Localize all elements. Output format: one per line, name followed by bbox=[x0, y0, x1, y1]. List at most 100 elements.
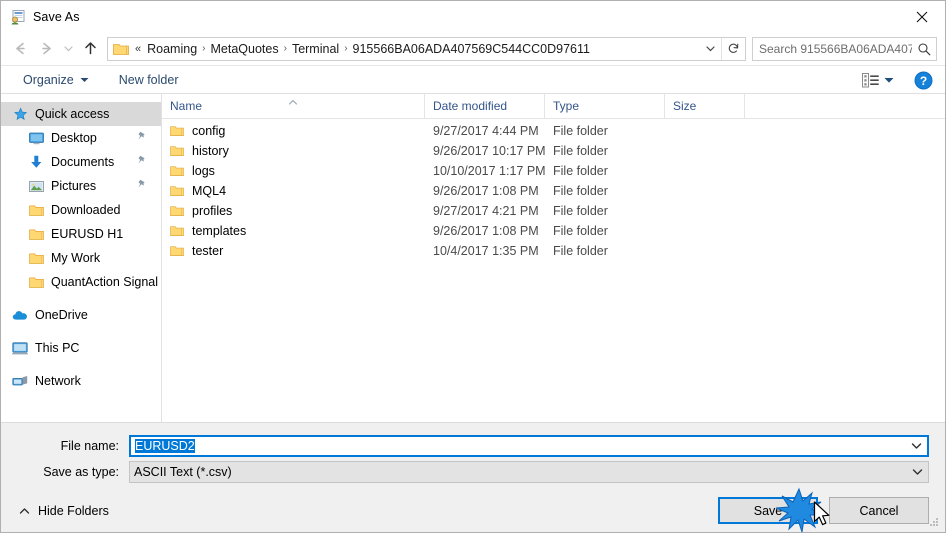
table-row[interactable]: tester 10/4/2017 1:35 PM File folder bbox=[162, 241, 945, 261]
pin-icon[interactable] bbox=[137, 155, 147, 169]
sidebar-item-quantaction-signal[interactable]: QuantAction Signal bbox=[1, 270, 161, 294]
window-title: Save As bbox=[33, 9, 80, 24]
column-header-size[interactable]: Size bbox=[665, 94, 745, 118]
recent-locations-button[interactable] bbox=[59, 36, 77, 62]
sidebar-item-this-pc[interactable]: This PC bbox=[1, 336, 161, 360]
cancel-button[interactable]: Cancel bbox=[829, 497, 929, 524]
refresh-button[interactable] bbox=[721, 37, 745, 60]
file-name-cell: profiles bbox=[162, 204, 425, 218]
help-button[interactable]: ? bbox=[914, 71, 933, 90]
save-as-type-dropdown-button[interactable] bbox=[906, 462, 928, 482]
address-dropdown-button[interactable] bbox=[699, 38, 721, 60]
breadcrumb-item-0[interactable]: Roaming bbox=[144, 40, 200, 58]
sidebar-item-quick-access[interactable]: Quick access bbox=[1, 102, 161, 126]
sidebar-item-label: OneDrive bbox=[35, 308, 88, 322]
chevron-down-icon bbox=[912, 469, 922, 475]
table-row[interactable]: config 9/27/2017 4:44 PM File folder bbox=[162, 121, 945, 141]
dialog-footer: Hide Folders Save Cancel bbox=[1, 489, 945, 532]
pin-icon[interactable] bbox=[137, 131, 147, 145]
navigation-sidebar: Quick access Desktop Documents Pictures … bbox=[1, 94, 161, 422]
table-row[interactable]: history 9/26/2017 10:17 PM File folder bbox=[162, 141, 945, 161]
search-box[interactable]: Search 915566BA06ADA40756... bbox=[752, 36, 937, 61]
change-view-button[interactable] bbox=[858, 71, 898, 90]
save-as-type-label: Save as type: bbox=[43, 465, 119, 479]
save-as-type-select[interactable]: ASCII Text (*.csv) bbox=[129, 461, 929, 483]
arrow-left-icon bbox=[15, 42, 25, 55]
chevron-up-icon bbox=[19, 507, 30, 514]
file-type-cell: File folder bbox=[553, 184, 608, 198]
sidebar-item-label: Downloaded bbox=[51, 203, 121, 217]
folder-icon bbox=[27, 202, 45, 218]
back-button[interactable] bbox=[7, 36, 33, 62]
file-name-dropdown-button[interactable] bbox=[905, 437, 927, 455]
sort-ascending-icon bbox=[287, 94, 299, 114]
folder-icon bbox=[27, 274, 45, 290]
organize-button[interactable]: Organize bbox=[15, 70, 97, 90]
table-row[interactable]: templates 9/26/2017 1:08 PM File folder bbox=[162, 221, 945, 241]
forward-button[interactable] bbox=[33, 36, 59, 62]
sidebar-item-desktop[interactable]: Desktop bbox=[1, 126, 161, 150]
save-as-dialog: Save As « Roaming › MetaQuotes › Termina… bbox=[0, 0, 946, 533]
breadcrumb-item-3[interactable]: 915566BA06ADA407569C544CC0D97611 bbox=[350, 40, 593, 58]
close-icon bbox=[916, 11, 928, 22]
file-date-cell: 9/27/2017 4:21 PM bbox=[433, 204, 539, 218]
folder-icon bbox=[170, 125, 184, 137]
file-name-cell: tester bbox=[162, 244, 425, 258]
file-name-label: logs bbox=[192, 164, 215, 178]
hide-folders-button[interactable]: Hide Folders bbox=[17, 504, 109, 518]
file-name-input[interactable]: EURUSD2 bbox=[129, 435, 929, 457]
sidebar-item-label: Documents bbox=[51, 155, 115, 169]
column-header-date-modified[interactable]: Date modified bbox=[425, 94, 545, 118]
breadcrumb-item-1[interactable]: MetaQuotes bbox=[208, 40, 282, 58]
folder-icon bbox=[170, 225, 184, 237]
resize-grip-icon[interactable] bbox=[928, 516, 940, 528]
file-type-cell: File folder bbox=[553, 244, 608, 258]
search-icon bbox=[912, 38, 936, 60]
arrow-up-icon bbox=[84, 42, 96, 55]
file-name-label: history bbox=[192, 144, 229, 158]
column-header-name[interactable]: Name bbox=[162, 94, 425, 118]
file-name-label: templates bbox=[192, 224, 247, 238]
new-folder-button[interactable]: New folder bbox=[111, 70, 187, 90]
file-date-cell: 9/27/2017 4:44 PM bbox=[433, 124, 539, 138]
sidebar-item-pictures[interactable]: Pictures bbox=[1, 174, 161, 198]
address-bar[interactable]: « Roaming › MetaQuotes › Terminal › 9155… bbox=[107, 36, 746, 61]
refresh-icon bbox=[728, 43, 739, 53]
file-name-cell: templates bbox=[162, 224, 425, 238]
close-button[interactable] bbox=[899, 1, 945, 32]
breadcrumb-item-2[interactable]: Terminal bbox=[289, 40, 342, 58]
sidebar-item-my-work[interactable]: My Work bbox=[1, 246, 161, 270]
breadcrumb-overflow[interactable]: « bbox=[134, 43, 144, 55]
table-row[interactable]: MQL4 9/26/2017 1:08 PM File folder bbox=[162, 181, 945, 201]
sidebar-item-eurusd-h1[interactable]: EURUSD H1 bbox=[1, 222, 161, 246]
sidebar-item-onedrive[interactable]: OneDrive bbox=[1, 303, 161, 327]
up-button[interactable] bbox=[77, 36, 103, 62]
file-type-cell: File folder bbox=[553, 164, 608, 178]
file-date-cell: 9/26/2017 1:08 PM bbox=[433, 224, 539, 238]
file-name-cell: MQL4 bbox=[162, 184, 425, 198]
chevron-down-icon bbox=[63, 46, 73, 52]
sidebar-item-documents[interactable]: Documents bbox=[1, 150, 161, 174]
save-button[interactable]: Save bbox=[718, 497, 818, 524]
table-row[interactable]: logs 10/10/2017 1:17 PM File folder bbox=[162, 161, 945, 181]
sidebar-item-label: This PC bbox=[35, 341, 80, 355]
pin-icon[interactable] bbox=[137, 179, 147, 193]
file-name-label: profiles bbox=[192, 204, 233, 218]
sidebar-item-network[interactable]: Network bbox=[1, 369, 161, 393]
dialog-body: Quick access Desktop Documents Pictures … bbox=[1, 94, 945, 422]
hide-folders-label: Hide Folders bbox=[38, 503, 109, 518]
file-date-cell: 10/4/2017 1:35 PM bbox=[433, 244, 539, 258]
sidebar-item-downloaded[interactable]: Downloaded bbox=[1, 198, 161, 222]
help-icon: ? bbox=[914, 71, 933, 90]
desktop-icon bbox=[27, 130, 45, 146]
download-arrow-icon bbox=[27, 154, 45, 170]
column-header-row: Name Date modified Type Size bbox=[162, 94, 945, 119]
column-header-type[interactable]: Type bbox=[545, 94, 665, 118]
file-name-label: MQL4 bbox=[192, 184, 227, 198]
footer-buttons: Save Cancel bbox=[718, 497, 929, 524]
svg-text:?: ? bbox=[920, 74, 927, 88]
table-row[interactable]: profiles 9/27/2017 4:21 PM File folder bbox=[162, 201, 945, 221]
search-input[interactable]: Search 915566BA06ADA40756... bbox=[753, 42, 912, 56]
sidebar-item-label: QuantAction Signal bbox=[51, 275, 159, 289]
